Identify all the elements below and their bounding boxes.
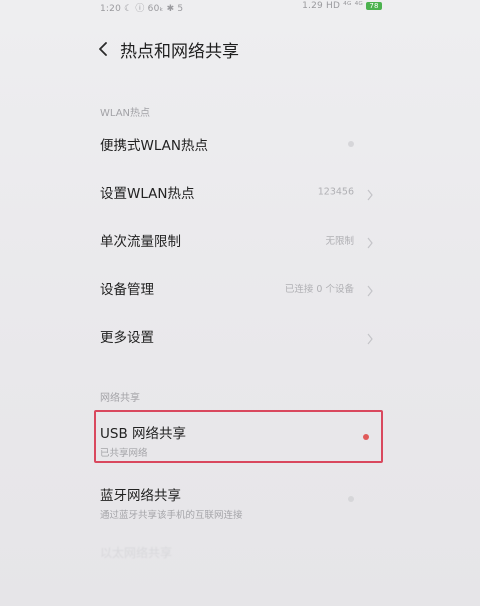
row-more-settings[interactable]: 更多设置: [98, 312, 380, 360]
status-left: 1:20 ☾ ⓘ 60ₖ ✱ 5: [100, 4, 184, 14]
row-title: 便携式WLAN热点: [100, 138, 209, 154]
status-right: 1.29 HD ⁴ᴳ ⁴ᴳ 78: [302, 1, 382, 11]
screen: 1:20 ☾ ⓘ 60ₖ ✱ 5 1.29 HD ⁴ᴳ ⁴ᴳ 78 热点和网络共…: [0, 0, 480, 606]
row-ethernet-tethering[interactable]: 以太网络共享: [100, 544, 172, 561]
row-title: 设置WLAN热点: [100, 186, 195, 202]
row-title: 更多设置: [100, 330, 154, 346]
row-bluetooth-tethering[interactable]: 蓝牙网络共享 通过蓝牙共享该手机的互联网连接: [98, 474, 380, 524]
row-data-limit[interactable]: 单次流量限制 无限制: [98, 216, 380, 264]
row-title: USB 网络共享: [100, 426, 187, 442]
row-title: 单次流量限制: [100, 234, 181, 250]
chevron-right-icon: [366, 234, 374, 249]
signal-indicators: 1.29 HD ⁴ᴳ ⁴ᴳ: [302, 1, 363, 11]
section-label-wlan: WLAN热点: [100, 108, 151, 119]
row-portable-hotspot[interactable]: 便携式WLAN热点: [98, 120, 380, 168]
back-arrow-icon[interactable]: [98, 34, 114, 64]
row-title: 蓝牙网络共享: [100, 488, 181, 504]
chevron-right-icon: [366, 186, 374, 201]
row-title: 设备管理: [100, 282, 154, 298]
battery-icon: 78: [366, 2, 382, 10]
chevron-right-icon: [366, 282, 374, 297]
page-title: 热点和网络共享: [120, 41, 239, 62]
row-value: 123456: [317, 186, 354, 198]
usb-tethering-toggle-indicator[interactable]: [363, 434, 369, 440]
section-label-sharing: 网络共享: [100, 393, 140, 404]
chevron-right-icon: [366, 330, 374, 345]
row-subtitle: 通过蓝牙共享该手机的互联网连接: [100, 510, 243, 521]
hotspot-toggle-indicator[interactable]: [348, 141, 354, 147]
row-usb-tethering[interactable]: USB 网络共享 已共享网络: [98, 412, 380, 462]
bluetooth-tethering-toggle-indicator[interactable]: [348, 496, 354, 502]
status-bar: 1:20 ☾ ⓘ 60ₖ ✱ 5 1.29 HD ⁴ᴳ ⁴ᴳ 78: [0, 0, 480, 14]
row-hotspot-settings[interactable]: 设置WLAN热点 123456: [98, 168, 380, 216]
row-device-management[interactable]: 设备管理 已连接 0 个设备: [98, 264, 380, 312]
row-subtitle: 已共享网络: [100, 448, 148, 459]
header: 热点和网络共享: [98, 34, 239, 64]
row-value: 已连接 0 个设备: [284, 284, 354, 295]
row-value: 无限制: [325, 236, 354, 247]
